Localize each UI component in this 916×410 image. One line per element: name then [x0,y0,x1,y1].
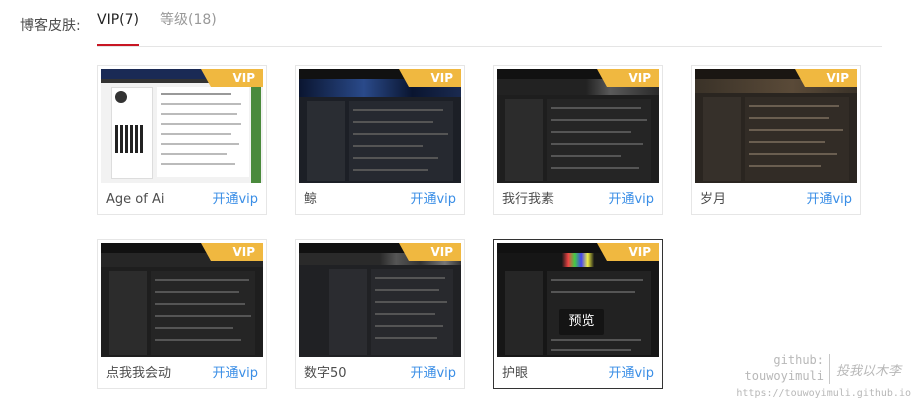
skin-card-eye-care[interactable]: VIP 预览 护眼 开通vip [493,239,663,389]
skin-name: 护眼 [502,366,529,381]
preview-button[interactable]: 预览 [559,309,604,335]
skin-thumbnail[interactable]: VIP 预览 [497,243,659,357]
skin-header: 博客皮肤: VIP(7) 等级(18) [0,0,916,47]
skin-thumbnail[interactable]: VIP [695,69,857,183]
skin-card-my-way[interactable]: VIP 我行我素 开通vip [493,65,663,215]
skin-thumbnail[interactable]: VIP [101,69,263,183]
tab-level[interactable]: 等级(18) [160,10,217,44]
watermark-username: touwoyimuli [744,369,824,383]
vip-badge: VIP [201,243,263,261]
header-divider [97,46,882,47]
skin-thumbnail[interactable]: VIP [299,243,461,357]
open-vip-link[interactable]: 开通vip [608,362,654,381]
watermark-divider [829,354,830,384]
skin-name: 鲸 [304,192,318,207]
watermark: github: touwoyimuli 投我以木李 https://touwoy… [736,352,911,402]
skin-thumbnail[interactable]: VIP [101,243,263,357]
watermark-github-label: github: [773,353,824,367]
skin-card-age-of-ai[interactable]: VIP Age of Ai 开通vip [97,65,267,215]
skin-card-years[interactable]: VIP 岁月 开通vip [691,65,861,215]
watermark-motto: 投我以木李 [836,364,902,379]
open-vip-link[interactable]: 开通vip [212,188,258,207]
open-vip-link[interactable]: 开通vip [410,188,456,207]
skin-name: Age of Ai [106,192,165,207]
open-vip-link[interactable]: 开通vip [410,362,456,381]
vip-badge: VIP [399,69,461,87]
skin-name: 我行我素 [502,192,555,207]
vip-badge: VIP [597,243,659,261]
open-vip-link[interactable]: 开通vip [608,188,654,207]
skin-name: 岁月 [700,192,727,207]
tab-vip[interactable]: VIP(7) [97,10,139,47]
skin-card-number-50[interactable]: VIP 数字50 开通vip [295,239,465,389]
vip-badge: VIP [201,69,263,87]
vip-badge: VIP [399,243,461,261]
vip-badge: VIP [597,69,659,87]
watermark-github: github: touwoyimuli [736,352,824,384]
skin-name: 数字50 [304,366,347,381]
vip-badge: VIP [795,69,857,87]
open-vip-link[interactable]: 开通vip [806,188,852,207]
section-label: 博客皮肤: [20,18,81,34]
skin-name: 点我我会动 [106,366,172,381]
skin-thumbnail[interactable]: VIP [497,69,659,183]
watermark-url: https://touwoyimuli.github.io [736,388,911,399]
skin-card-whale[interactable]: VIP 鲸 开通vip [295,65,465,215]
skin-thumbnail[interactable]: VIP [299,69,461,183]
skin-card-click-me[interactable]: VIP 点我我会动 开通vip [97,239,267,389]
open-vip-link[interactable]: 开通vip [212,362,258,381]
